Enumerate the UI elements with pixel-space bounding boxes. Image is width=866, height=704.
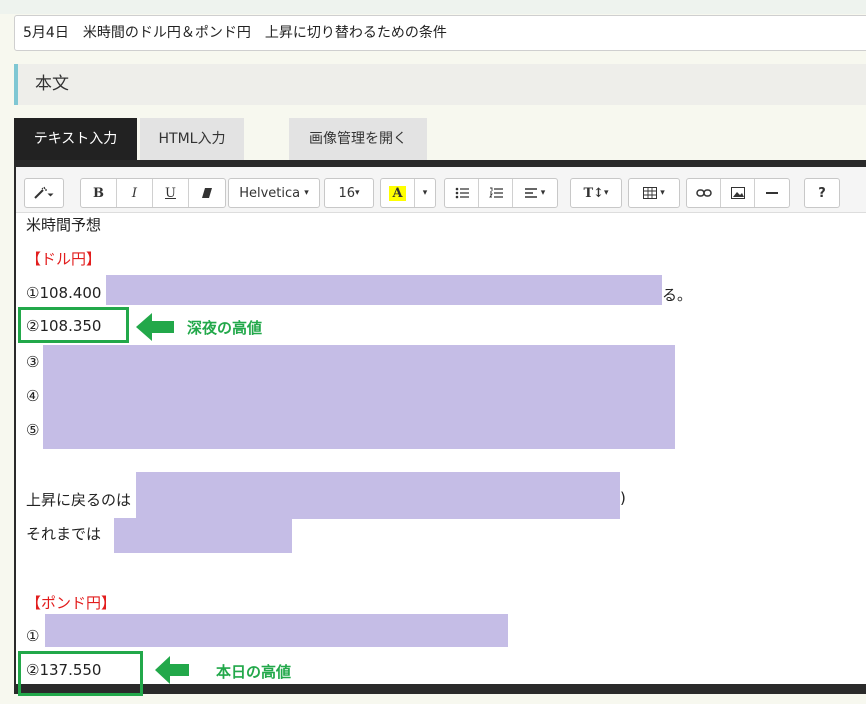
annotation-night-high: 深夜の高値 [187,319,263,337]
font-family-group: Helvetica ▾ [228,178,320,208]
dollar-yen-item-5: ⑤ [26,421,40,439]
font-size-select[interactable]: 16 ▾ [325,179,373,207]
image-icon[interactable] [721,179,755,207]
dollar-yen-item-3: ③ [26,353,40,371]
text-size-label: T↕ [583,185,605,201]
text-size-icon[interactable]: T↕ ▾ [571,179,621,207]
help-label: ? [818,185,826,201]
chevron-down-icon: ▾ [304,188,309,198]
annotation-today-high: 本日の高値 [216,663,292,681]
redaction-block [106,275,662,305]
section-heading: 本文 [14,64,866,105]
font-size-value: 16 [338,185,355,201]
italic-icon[interactable]: I [117,179,153,207]
font-family-select[interactable]: Helvetica ▾ [229,179,319,207]
arrow-left-icon [155,656,189,684]
style-group [24,178,64,208]
chevron-down-icon: ▾ [540,188,546,198]
chevron-down-icon: ▾ [604,188,609,198]
chevron-down-icon: ▾ [355,188,360,198]
dollar-yen-label: 【ドル円】 [26,250,102,268]
arrow-left-icon [136,313,174,341]
dollar-yen-item-1: ①108.400 [26,284,102,302]
dollar-yen-item-4: ④ [26,387,40,405]
highlight-box-today-high [18,651,143,696]
underline-icon[interactable]: U [153,179,189,207]
pound-yen-label: 【ポンド円】 [26,594,117,612]
list-group: ▾ [444,178,558,208]
bold-icon[interactable]: B [81,179,117,207]
font-style-group: B I U [80,178,226,208]
redaction-block [45,614,508,647]
redaction-block [136,472,620,519]
help-icon[interactable]: ? [805,179,839,207]
link-icon[interactable] [687,179,721,207]
color-group: A ▾ [380,178,436,208]
help-group: ? [804,178,840,208]
eraser-icon[interactable] [189,179,225,207]
dollar-yen-item-1-suffix: る。 [662,286,693,304]
section-subheading: 米時間予想 [26,216,102,234]
return-line-suffix: ) [620,489,626,507]
tab-text-input[interactable]: テキスト入力 [14,118,137,160]
title-input[interactable]: 5月4日 米時間のドル円＆ポンド円 上昇に切り替わるための条件 [14,15,866,51]
color-letter: A [389,185,406,201]
highlight-box-night-high [18,307,129,343]
until-then-line: それまでは [26,525,102,543]
magic-wand-icon[interactable] [25,179,63,207]
redaction-block [43,345,675,449]
chevron-down-icon: ▾ [660,188,665,198]
numbered-list-icon[interactable] [479,179,513,207]
top-strip [0,0,866,14]
insert-group [686,178,790,208]
chevron-down-icon[interactable]: ▾ [415,179,435,207]
return-line: 上昇に戻るのは [26,491,132,509]
bulleted-list-icon[interactable] [445,179,479,207]
font-family-value: Helvetica [239,185,301,201]
redaction-block [114,518,292,553]
font-size-group: 16 ▾ [324,178,374,208]
align-icon[interactable]: ▾ [513,179,557,207]
open-image-manager-button[interactable]: 画像管理を開く [289,118,427,160]
font-color-icon[interactable]: A [381,179,415,207]
horizontal-rule-icon[interactable] [755,179,789,207]
table-group: ▾ [628,178,680,208]
tab-html-input[interactable]: HTML入力 [140,118,244,160]
table-icon[interactable]: ▾ [629,179,679,207]
editor-toolbar: B I U Helvetica ▾ 16 ▾ A ▾ ▾ T↕ ▾ ▾ ? [16,167,866,213]
text-size-group: T↕ ▾ [570,178,622,208]
pound-yen-item-1: ① [26,627,40,645]
